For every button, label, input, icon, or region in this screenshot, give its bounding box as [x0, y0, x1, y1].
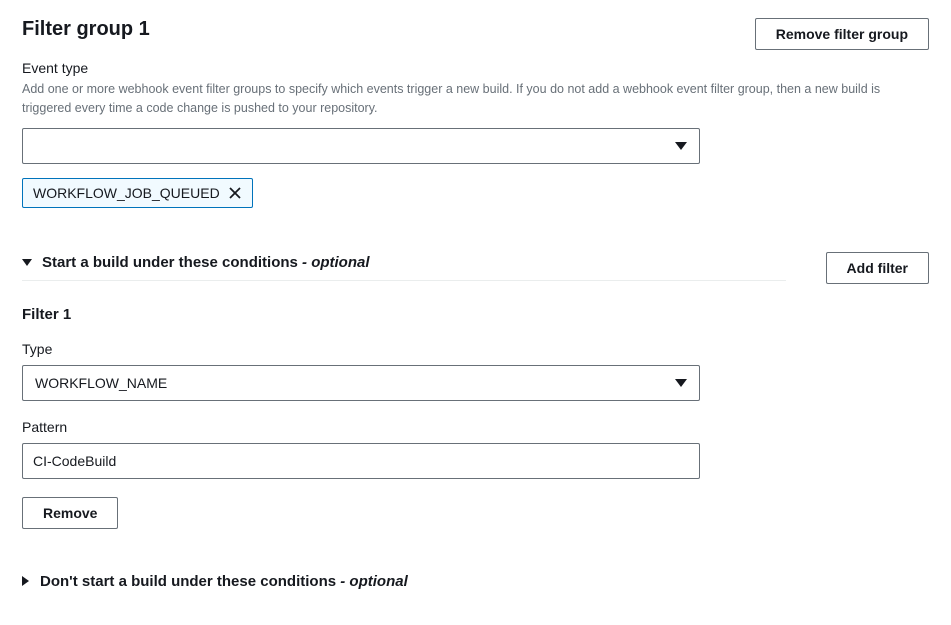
event-type-tag-label: WORKFLOW_JOB_QUEUED [33, 185, 220, 201]
start-conditions-expander[interactable]: Start a build under these conditions - o… [22, 254, 786, 281]
remove-filter-button[interactable]: Remove [22, 497, 118, 529]
start-conditions-title-text: Start a build under these conditions [42, 254, 298, 271]
caret-down-icon [22, 259, 32, 267]
caret-right-icon [22, 576, 30, 586]
event-type-description: Add one or more webhook event filter gro… [22, 80, 922, 118]
filter-type-select[interactable]: WORKFLOW_NAME [22, 365, 700, 401]
remove-tag-icon[interactable] [228, 186, 242, 200]
filter-pattern-input[interactable] [22, 443, 700, 479]
start-conditions-title: Start a build under these conditions - o… [42, 254, 370, 271]
caret-down-icon [675, 379, 687, 387]
filter-group-title: Filter group 1 [22, 18, 150, 41]
filter-pattern-label: Pattern [22, 419, 929, 435]
add-filter-button[interactable]: Add filter [826, 252, 929, 284]
optional-suffix: - optional [298, 254, 370, 271]
remove-filter-group-button[interactable]: Remove filter group [755, 18, 929, 50]
event-type-tag: WORKFLOW_JOB_QUEUED [22, 178, 253, 208]
filter-title: Filter 1 [22, 306, 929, 323]
event-type-label: Event type [22, 60, 929, 76]
filter-type-value: WORKFLOW_NAME [35, 375, 167, 391]
caret-down-icon [675, 142, 687, 150]
event-type-select[interactable] [22, 128, 700, 164]
filter-type-label: Type [22, 341, 929, 357]
dont-start-conditions-title: Don't start a build under these conditio… [40, 573, 408, 590]
dont-start-conditions-expander[interactable]: Don't start a build under these conditio… [22, 573, 929, 599]
optional-suffix: - optional [336, 573, 408, 590]
dont-start-conditions-title-text: Don't start a build under these conditio… [40, 573, 336, 590]
